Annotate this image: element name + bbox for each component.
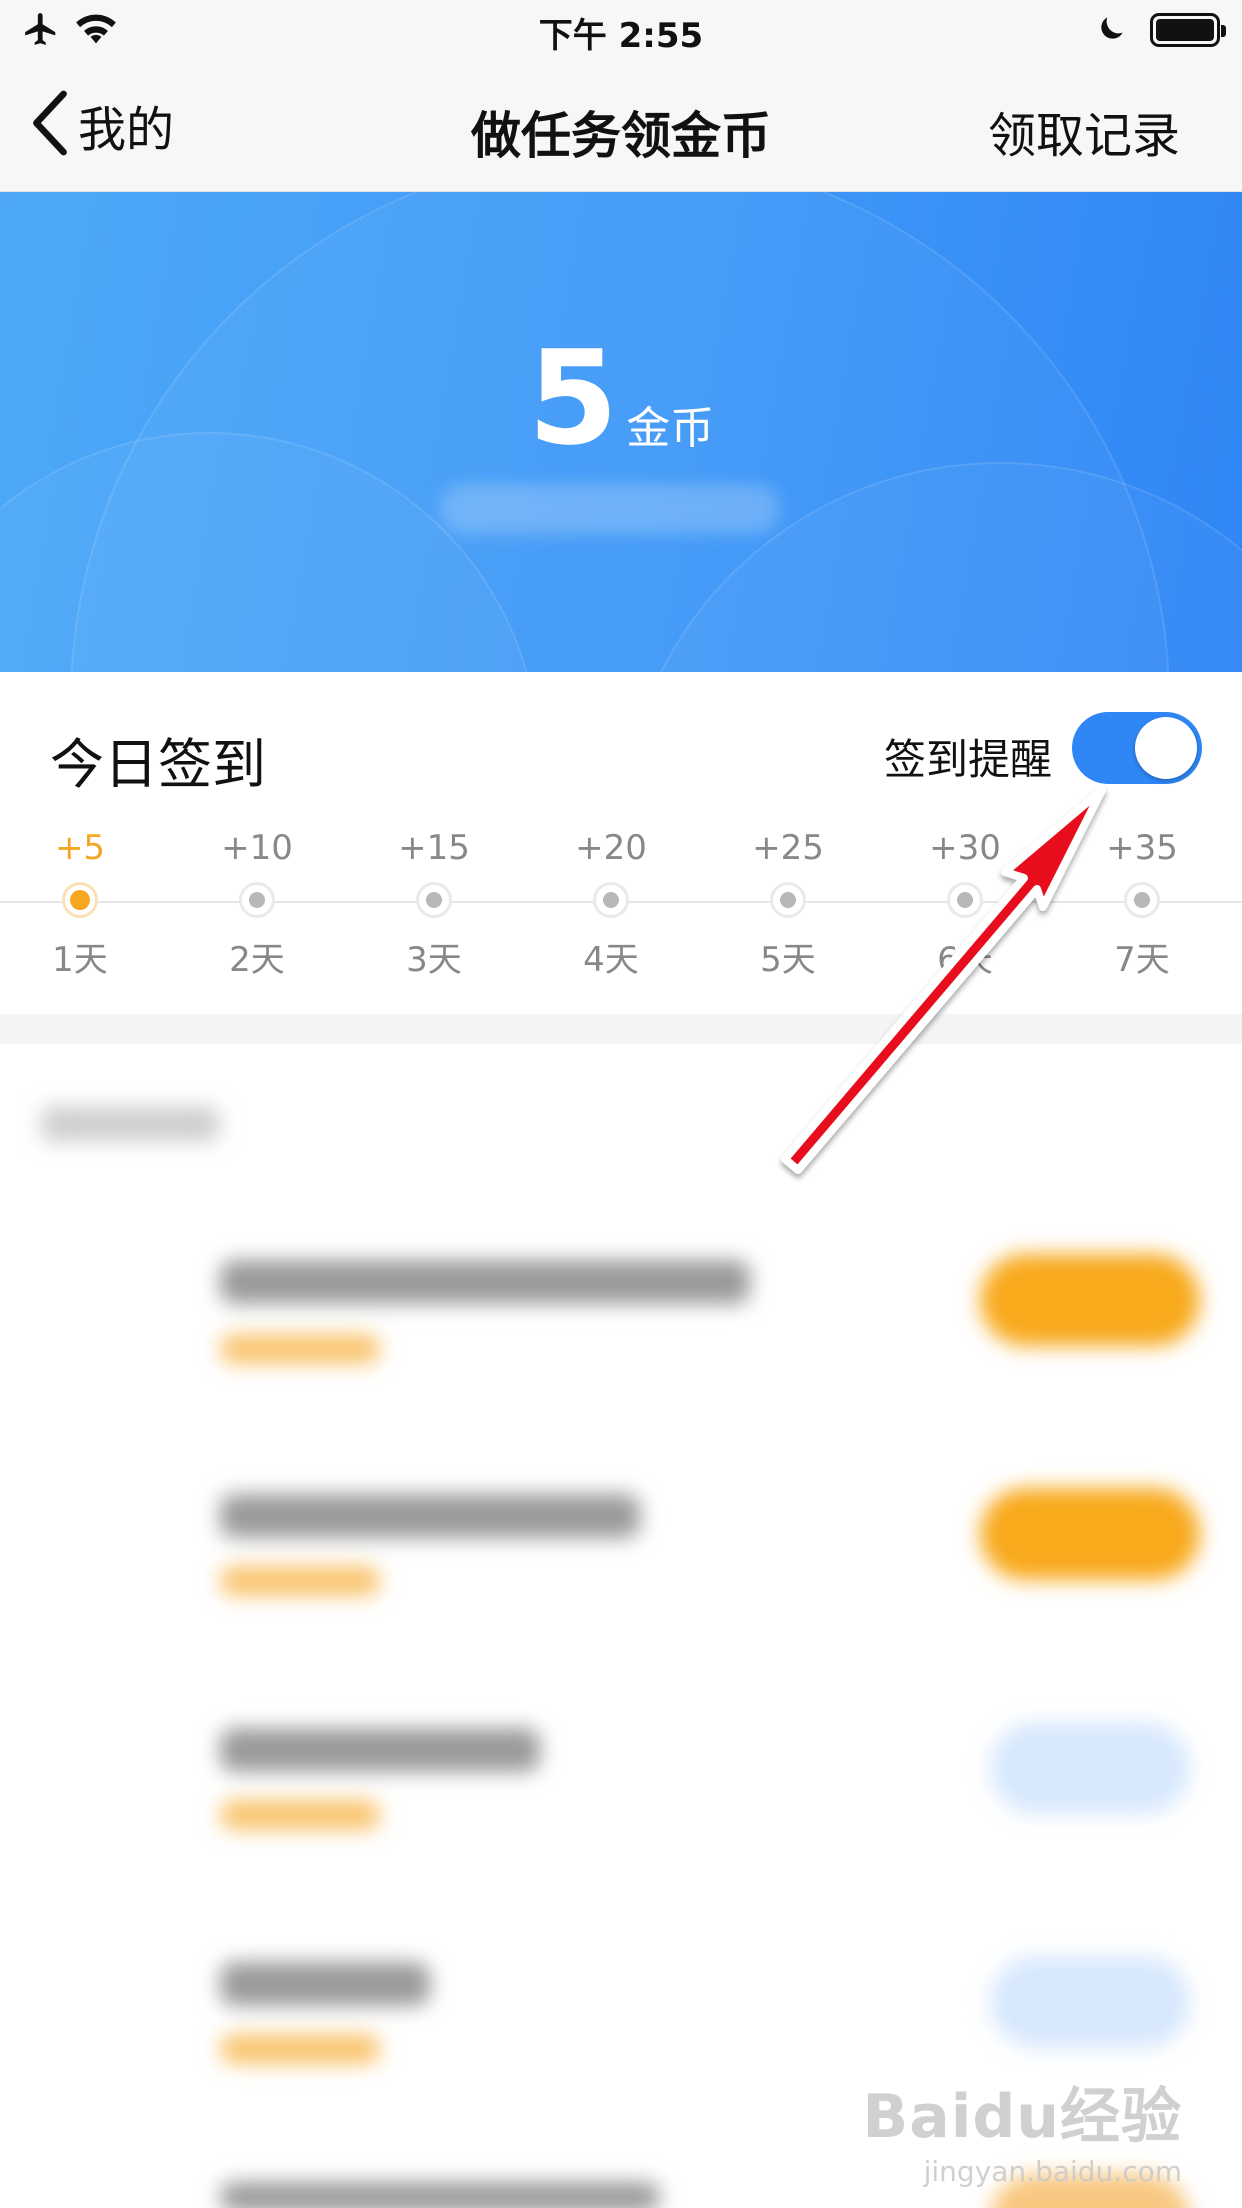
blurred-task-reward	[220, 1566, 380, 1596]
day-label: 7天	[1114, 940, 1170, 980]
status-time: 下午 2:55	[538, 16, 704, 56]
day-reward: +10	[221, 828, 293, 868]
day-label: 6天	[937, 940, 993, 980]
day-reward: +35	[1106, 828, 1178, 868]
day-dot	[1124, 882, 1160, 918]
day-label: 4天	[583, 940, 639, 980]
blurred-task-title	[220, 1260, 750, 1304]
day-dot	[239, 882, 275, 918]
blurred-task-button[interactable]	[990, 1956, 1190, 2048]
day-reward: +15	[398, 828, 470, 868]
blurred-task-title	[220, 1728, 540, 1772]
coin-unit: 金币	[626, 403, 715, 454]
coin-banner: 5 金币	[0, 192, 1242, 672]
day-reward: +30	[929, 828, 1001, 868]
blurred-section-heading	[40, 1106, 220, 1142]
moon-icon	[1096, 12, 1128, 48]
day-label: 5天	[760, 940, 816, 980]
blurred-task-reward	[220, 1334, 380, 1364]
blurred-task-title	[220, 2182, 660, 2208]
day-dot	[947, 882, 983, 918]
day-dot	[62, 882, 98, 918]
day-dot	[593, 882, 629, 918]
watermark: Baidu经验 jingyan.baidu.com	[863, 2068, 1182, 2188]
day-reward: +25	[752, 828, 824, 868]
day-label: 2天	[229, 940, 285, 980]
day-label: 3天	[406, 940, 462, 980]
battery-icon	[1150, 13, 1226, 47]
blurred-task-reward	[220, 1800, 380, 1830]
watermark-logo: Baidu经验	[862, 2082, 1182, 2152]
claim-record-button[interactable]: 领取记录	[988, 96, 1180, 166]
day-label: 1天	[52, 940, 108, 980]
signin-title: 今日签到	[50, 733, 266, 796]
blurred-task-button[interactable]	[980, 1254, 1200, 1346]
reminder-label: 签到提醒	[883, 735, 1052, 784]
day-dot	[770, 882, 806, 918]
blurred-subtitle	[440, 484, 780, 534]
nav-bar: 我的 做任务领金币 领取记录	[0, 60, 1242, 192]
coin-value: 5	[527, 322, 619, 474]
coin-amount: 5 金币	[0, 322, 1242, 474]
section-divider	[0, 1014, 1242, 1044]
blurred-task-button[interactable]	[990, 1722, 1190, 1814]
day-reward: +5	[54, 828, 106, 868]
blurred-task-title	[220, 1962, 430, 2006]
reminder-toggle[interactable]	[1072, 712, 1202, 784]
signin-section: 今日签到 签到提醒 +5 1天 +10 2天 +15 3天 +20 4天 +25…	[0, 672, 1242, 1014]
status-right	[1096, 12, 1226, 48]
watermark-url: jingyan.baidu.com	[923, 2155, 1182, 2188]
day-dot	[416, 882, 452, 918]
day-reward: +20	[575, 828, 647, 868]
toggle-knob	[1135, 717, 1197, 779]
blurred-task-title	[220, 1494, 640, 1538]
blurred-task-button[interactable]	[980, 1488, 1200, 1580]
task-list-blurred	[0, 1044, 1242, 2208]
blurred-task-reward	[220, 2034, 380, 2064]
status-bar: 下午 2:55	[0, 0, 1242, 60]
